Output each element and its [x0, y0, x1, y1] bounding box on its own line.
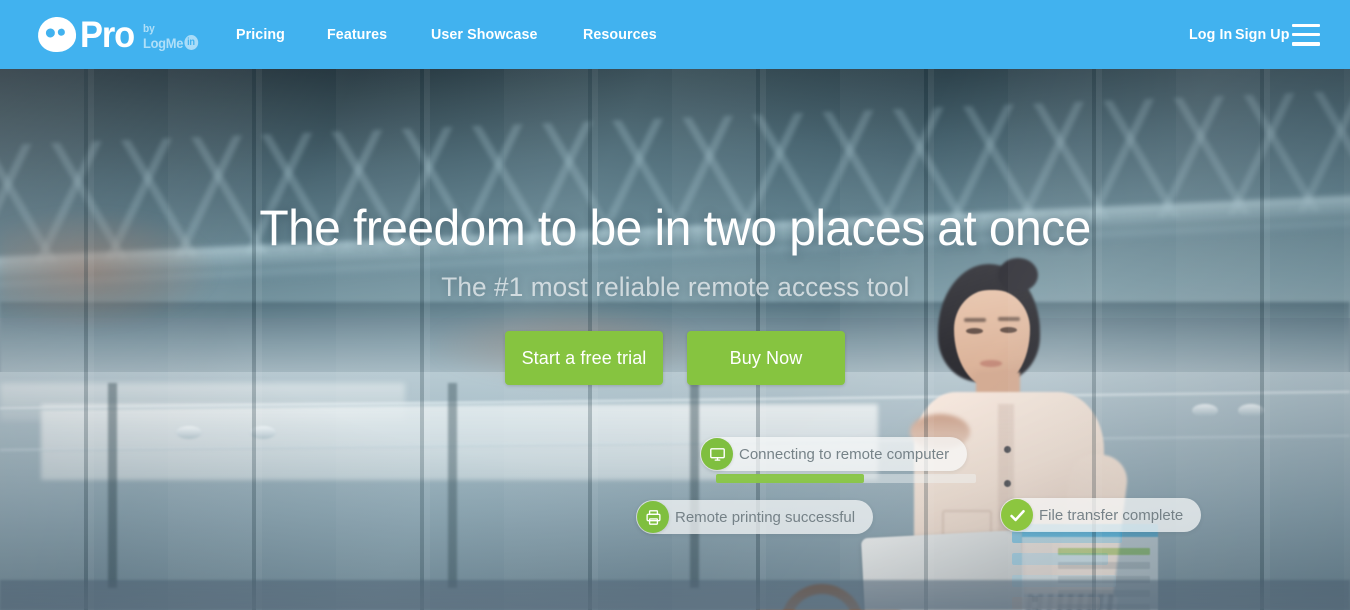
- printer-icon: [637, 501, 669, 533]
- logo-by-text: by: [143, 23, 155, 36]
- remote-computer-icon: [701, 438, 733, 470]
- logo-in-badge: in: [184, 35, 198, 51]
- notification-remote-printing: Remote printing successful: [636, 500, 874, 534]
- buy-now-button[interactable]: Buy Now: [687, 331, 845, 385]
- nav-link-user-showcase[interactable]: User Showcase: [431, 26, 538, 43]
- logo-pro-text: Pro: [80, 13, 135, 55]
- login-link[interactable]: Log In: [1189, 26, 1232, 43]
- notification-connecting-text: Connecting to remote computer: [739, 445, 950, 463]
- connecting-progress-fill: [716, 474, 864, 483]
- notification-connecting: Connecting to remote computer: [700, 437, 968, 471]
- page-root: Pro by LogMe in Pricing Features User Sh…: [0, 0, 1350, 610]
- logo-company-text: LogMe: [143, 34, 184, 51]
- notification-printing-text: Remote printing successful: [675, 508, 856, 526]
- hero-section: Connecting to remote computer Remote pri…: [0, 69, 1350, 610]
- top-navigation-bar: Pro by LogMe in Pricing Features User Sh…: [0, 0, 1350, 69]
- signup-link[interactable]: Sign Up: [1235, 26, 1290, 43]
- hamburger-menu-icon[interactable]: [1292, 23, 1320, 46]
- navbar-right-group: Log In Sign Up: [1189, 23, 1350, 46]
- hamburger-bar-3: [1292, 42, 1320, 46]
- navbar-left-group: Pro by LogMe in Pricing Features User Sh…: [0, 13, 661, 55]
- logo-byline: by LogMe in: [143, 23, 198, 51]
- hamburger-bar-1: [1292, 23, 1320, 27]
- nav-link-features[interactable]: Features: [327, 26, 387, 43]
- nav-link-pricing[interactable]: Pricing: [236, 26, 285, 43]
- start-free-trial-button[interactable]: Start a free trial: [505, 331, 663, 385]
- nav-link-resources[interactable]: Resources: [583, 26, 657, 43]
- notification-file-transfer-text: File transfer complete: [1039, 506, 1184, 524]
- primary-nav-links: Pricing Features User Showcase Resources: [236, 26, 661, 43]
- hero-cta-row: Start a free trial Buy Now: [505, 331, 845, 385]
- notification-file-transfer: File transfer complete: [1000, 498, 1202, 532]
- hamburger-bar-2: [1292, 32, 1320, 37]
- logo-company-group: LogMe in: [143, 34, 198, 51]
- brand-logo[interactable]: Pro by LogMe in: [36, 13, 203, 55]
- check-circle-icon: [1001, 499, 1033, 531]
- logmein-pro-mark-icon: [36, 15, 78, 54]
